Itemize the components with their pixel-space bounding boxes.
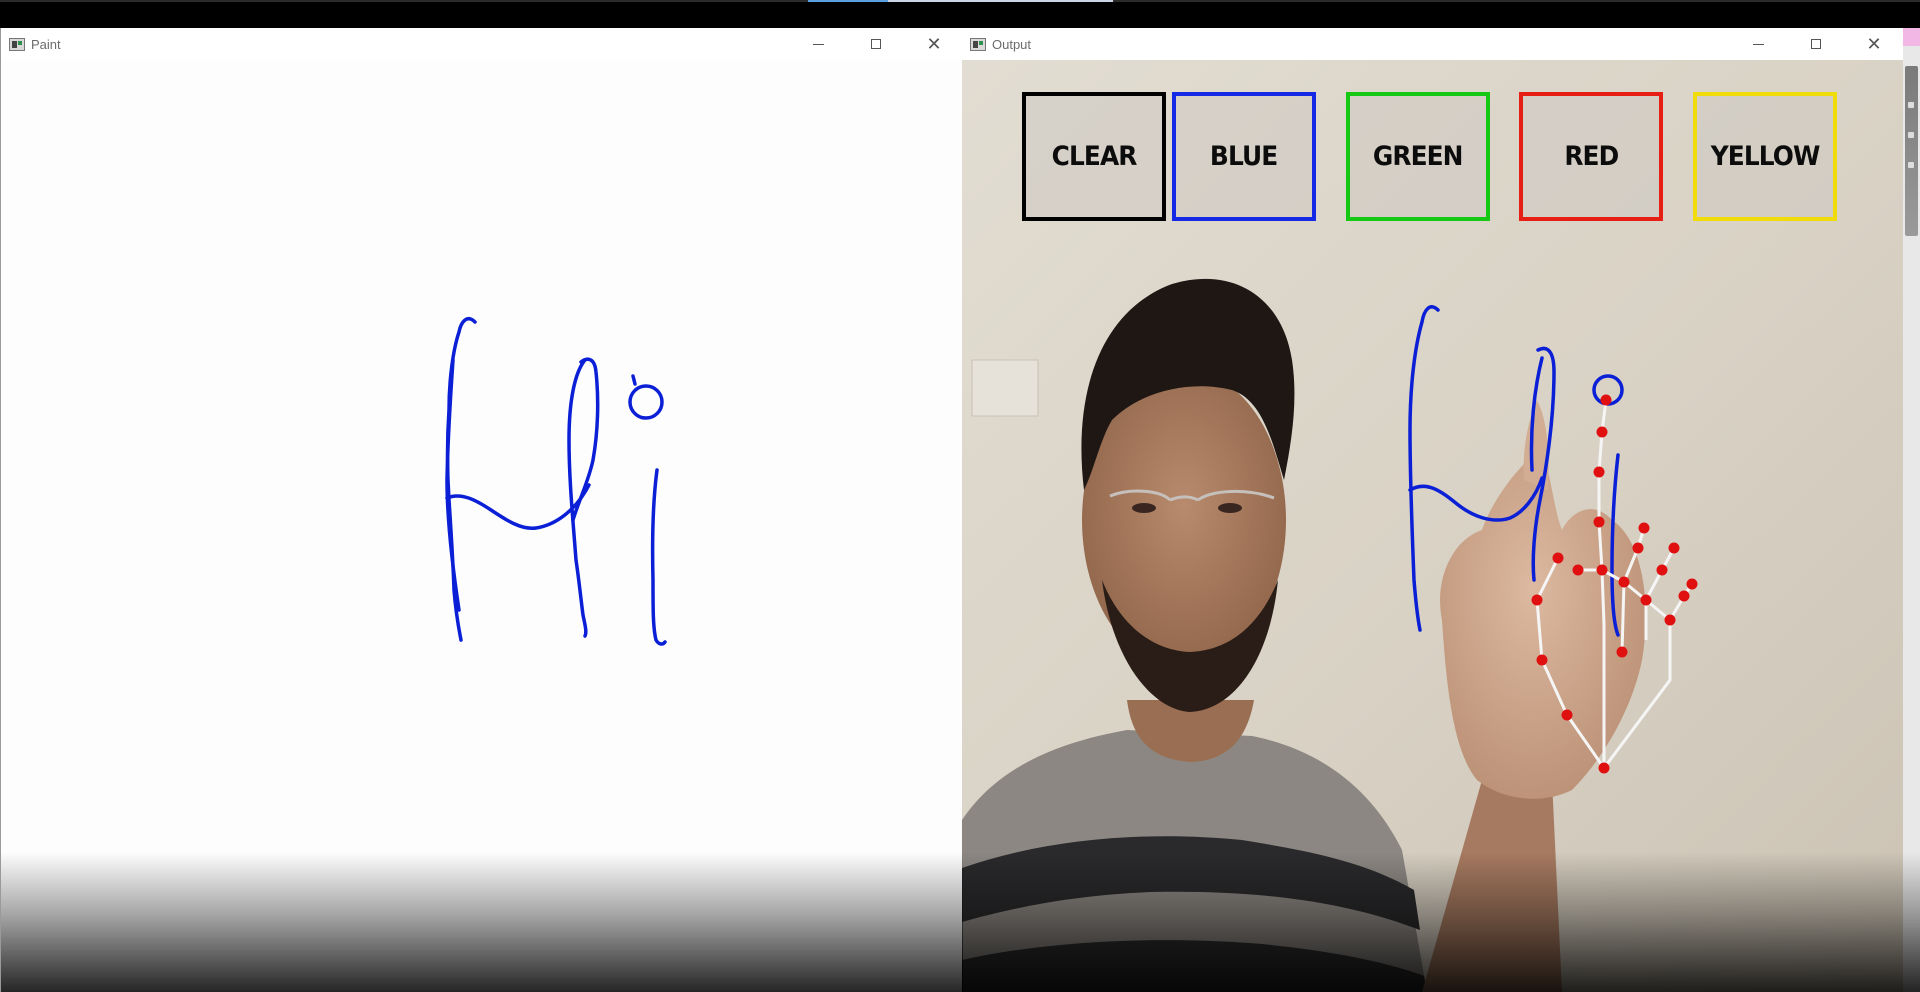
- green-button[interactable]: GREEN: [1346, 92, 1490, 221]
- landmark-point: [1552, 552, 1564, 564]
- landmark-point: [1593, 516, 1605, 528]
- landmark-point: [1678, 590, 1690, 602]
- landmark-point: [1618, 576, 1630, 588]
- maximize-icon[interactable]: [847, 28, 905, 60]
- minimize-icon[interactable]: [789, 28, 847, 60]
- scrollbar-top-marker: [1903, 28, 1920, 46]
- paint-caption-buttons: ✕: [789, 28, 963, 60]
- paint-window-title: Paint: [31, 36, 61, 52]
- output-titlebar[interactable]: Output ✕: [962, 28, 1903, 60]
- side-scrollbar[interactable]: [1903, 28, 1920, 992]
- landmark-point: [1686, 578, 1698, 590]
- canvas-background: [1, 60, 963, 992]
- scrollbar-tick: [1908, 132, 1914, 138]
- landmark-point: [1632, 542, 1644, 554]
- scrollbar-thumb[interactable]: [1905, 66, 1918, 236]
- window-app-icon: [9, 37, 25, 51]
- landmark-point: [1600, 394, 1612, 406]
- taskbar-accent-light: [888, 0, 1113, 2]
- scrollbar-tick: [1908, 162, 1914, 168]
- person-eye-right: [1218, 503, 1242, 513]
- landmark-point: [1598, 762, 1610, 774]
- scrollbar-tick: [1908, 102, 1914, 108]
- landmark-point: [1593, 466, 1605, 478]
- paint-titlebar[interactable]: Paint ✕: [1, 28, 963, 60]
- close-icon[interactable]: ✕: [1845, 28, 1903, 60]
- red-button[interactable]: RED: [1519, 92, 1663, 221]
- landmark-point: [1656, 564, 1668, 576]
- landmark-point: [1536, 654, 1548, 666]
- person-eye-left: [1132, 503, 1156, 513]
- red-button-label: RED: [1564, 141, 1619, 172]
- wall-switchboard: [971, 359, 1039, 417]
- taskbar-accent: [808, 0, 888, 2]
- letter-i-dot-tail: [631, 374, 637, 386]
- clear-button-label: CLEAR: [1051, 141, 1138, 172]
- window-app-icon: [970, 37, 986, 51]
- screen-top-strip: [0, 0, 1920, 2]
- output-caption-buttons: ✕: [1729, 28, 1903, 60]
- paint-canvas[interactable]: [1, 60, 963, 992]
- close-icon[interactable]: ✕: [905, 28, 963, 60]
- yellow-button-label: YELLOW: [1710, 141, 1821, 172]
- blue-button-label: BLUE: [1210, 141, 1278, 172]
- maximize-icon[interactable]: [1787, 28, 1845, 60]
- yellow-button[interactable]: YELLOW: [1693, 92, 1837, 221]
- landmark-point: [1668, 542, 1680, 554]
- landmark-point: [1616, 646, 1628, 658]
- minimize-icon[interactable]: [1729, 28, 1787, 60]
- paint-window: Paint ✕: [0, 28, 963, 992]
- green-button-label: GREEN: [1373, 141, 1464, 172]
- output-window: Output ✕ CLEAR BLUE GREEN RED YELLOW: [962, 28, 1920, 992]
- clear-button[interactable]: CLEAR: [1022, 92, 1166, 221]
- landmark-point: [1531, 594, 1543, 606]
- landmark-point: [1664, 614, 1676, 626]
- landmark-point: [1596, 426, 1608, 438]
- landmark-point: [1572, 564, 1584, 576]
- landmark-point: [1638, 522, 1650, 534]
- landmark-point: [1596, 564, 1608, 576]
- landmark-point: [1561, 709, 1573, 721]
- landmark-point: [1640, 594, 1652, 606]
- output-window-title: Output: [992, 36, 1032, 52]
- blue-button[interactable]: BLUE: [1172, 92, 1316, 221]
